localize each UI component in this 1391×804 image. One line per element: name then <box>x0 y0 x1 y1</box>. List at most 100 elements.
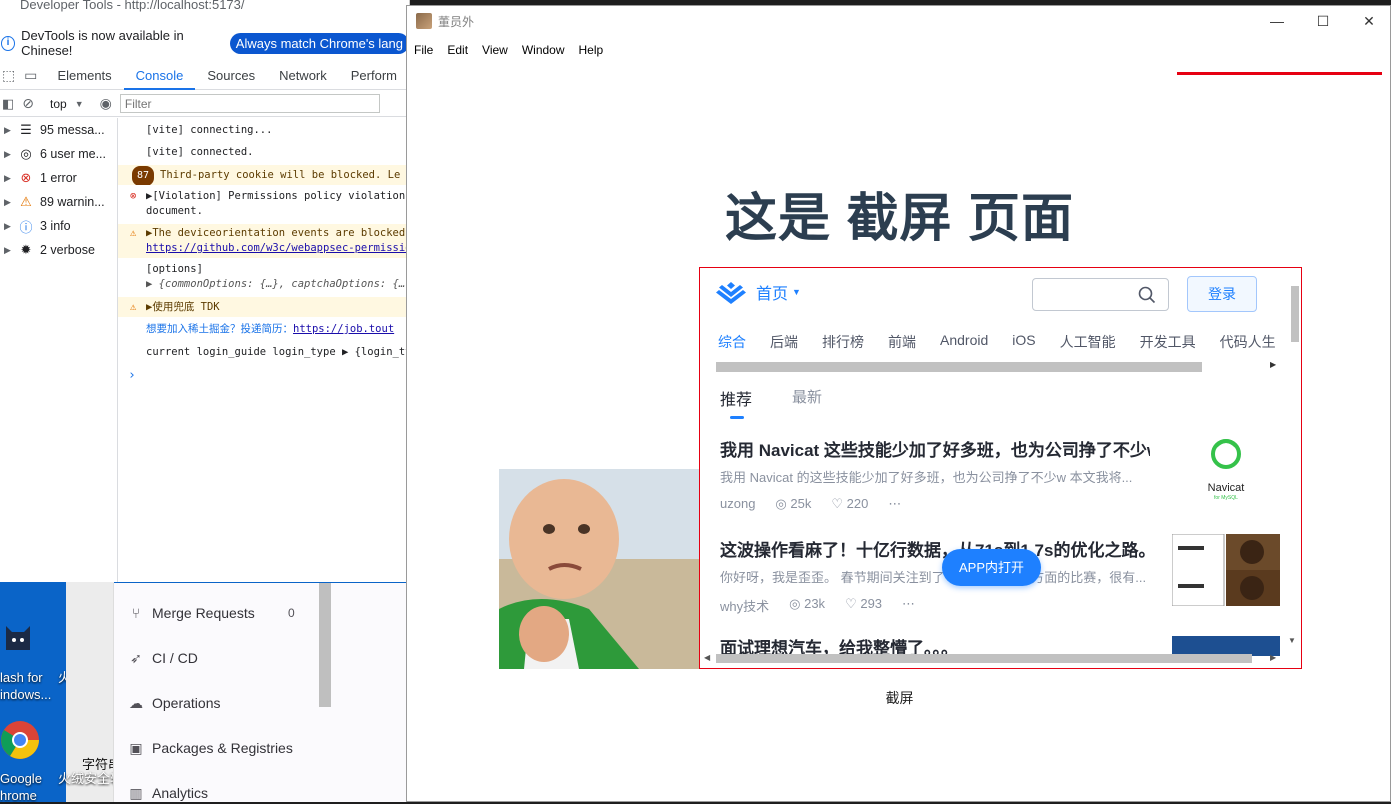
tab-recommend[interactable]: 推荐 <box>720 386 752 419</box>
close-button[interactable]: ✕ <box>1346 6 1391 36</box>
search-input[interactable] <box>1032 278 1169 311</box>
sidebar-item-label: Operations <box>152 695 221 711</box>
error-icon: ⊗ <box>130 190 137 202</box>
scroll-left-icon[interactable]: ◀ <box>704 653 710 662</box>
console-message[interactable]: current login_guide login_type ▶ {login_… <box>118 345 410 360</box>
sidebar-item-user-messages[interactable]: ▶ ◎ 6 user me... <box>0 142 117 166</box>
sidebar-item-operations[interactable]: ☁ Operations <box>128 695 220 711</box>
tab-performance[interactable]: Perform <box>339 62 409 90</box>
meme-image <box>499 469 699 669</box>
context-select[interactable]: top <box>50 97 67 111</box>
article-author[interactable]: uzong <box>720 496 755 512</box>
nav-item[interactable]: iOS <box>1012 332 1035 352</box>
scroll-down-icon[interactable]: ▼ <box>1288 636 1296 645</box>
nav-item[interactable]: 后端 <box>770 332 798 352</box>
app-titlebar: 董员外 — ☐ ✕ <box>407 6 1390 36</box>
rocket-icon: ➶ <box>130 650 142 666</box>
home-dropdown[interactable]: 首页 <box>756 280 788 304</box>
menu-view[interactable]: View <box>475 43 515 57</box>
horizontal-scrollbar[interactable] <box>716 654 1252 663</box>
sidebar-item-messages[interactable]: ▶ ☰ 95 messa... <box>0 118 117 142</box>
console-warning: 87 Third-party cookie will be blocked. Le <box>118 165 410 185</box>
inspect-element-icon[interactable]: ⬚ <box>0 67 18 84</box>
tab-console[interactable]: Console <box>123 62 196 90</box>
menu-help[interactable]: Help <box>572 43 611 57</box>
sidebar-item-analytics[interactable]: ▥ Analytics <box>128 785 208 801</box>
sidebar-item-label: Merge Requests <box>152 605 255 621</box>
nav-item[interactable]: 开发工具 <box>1140 332 1196 352</box>
menu-file[interactable]: File <box>407 43 440 57</box>
sidebar-item-verbose[interactable]: ▶ ✹ 2 verbose <box>0 238 117 262</box>
console-prompt[interactable]: › <box>118 368 410 383</box>
console-message-text: ▶[Violation] Permissions policy violatio… <box>146 190 410 202</box>
search-icon[interactable] <box>1138 286 1156 304</box>
menu-window[interactable]: Window <box>515 43 572 57</box>
sidebar-item-info[interactable]: ▶ ⓘ 3 info <box>0 214 117 238</box>
console-object[interactable]: ▶ {commonOptions: {…}, captchaOptions: {… <box>118 277 410 292</box>
device-toolbar-icon[interactable]: ▭ <box>24 67 45 84</box>
image-caption: 截屏 <box>885 690 914 706</box>
eye-icon[interactable]: ◉ <box>100 95 112 112</box>
match-language-button[interactable]: Always match Chrome's lang <box>229 32 409 54</box>
chrome-icon[interactable] <box>0 720 40 760</box>
article-title[interactable]: 这波操作看麻了！十亿行数据，从71s到1.7s的优化之路。 <box>720 536 1150 561</box>
console-error[interactable]: ⊗ ▶[Violation] Permissions policy violati… <box>118 189 410 204</box>
sidebar-item-label: CI / CD <box>152 650 198 666</box>
article-title[interactable]: 我用 Navicat 这些技能少加了好多班，也为公司挣了不少w <box>720 436 1150 461</box>
filter-input[interactable] <box>119 94 380 113</box>
more-icon[interactable]: ⋯ <box>902 596 915 615</box>
open-in-app-button[interactable]: APP内打开 <box>942 549 1041 586</box>
sidebar-item-ci-cd[interactable]: ➶ CI / CD <box>128 650 198 666</box>
console-link[interactable]: https://github.com/w3c/webappsec-permiss… <box>146 241 410 256</box>
repeat-count-badge: 87 <box>132 166 155 185</box>
sidebar-item-errors[interactable]: ▶ ⊗ 1 error <box>0 166 117 190</box>
likes-count[interactable]: ♡ 220 <box>831 496 868 512</box>
console-message-text: Third-party cookie will be blocked. Le <box>160 169 401 181</box>
chart-icon: ▥ <box>129 785 143 801</box>
tab-network[interactable]: Network <box>267 62 339 90</box>
juejin-logo-icon[interactable] <box>716 280 746 304</box>
clear-console-icon[interactable]: ⊘ <box>22 95 34 112</box>
article-thumbnail <box>1172 636 1280 656</box>
likes-count[interactable]: ♡ 293 <box>845 596 882 615</box>
sidebar-item-label: 1 error <box>40 171 77 185</box>
nav-item[interactable]: 综合 <box>718 332 746 352</box>
views-count: ◎ 23k <box>789 596 826 611</box>
tab-elements[interactable]: Elements <box>45 62 123 90</box>
warning-icon: ⚠ <box>130 301 137 313</box>
nav-item[interactable]: 代码人生 <box>1220 332 1276 352</box>
maximize-button[interactable]: ☐ <box>1300 6 1346 36</box>
menu-edit[interactable]: Edit <box>440 43 475 57</box>
nav-item[interactable]: Android <box>940 332 988 352</box>
sidebar-item-merge-requests[interactable]: ⑂ Merge Requests 0 <box>128 605 295 621</box>
active-tab-indicator <box>730 416 744 419</box>
console-warning[interactable]: ⚠ ▶The deviceorientation events are block… <box>118 224 410 258</box>
console-warning[interactable]: ⚠ ▶使用兜底 TDK <box>118 297 410 317</box>
nav-item[interactable]: 排行榜 <box>822 332 864 352</box>
scrollbar[interactable] <box>319 583 331 707</box>
nav-item[interactable]: 前端 <box>888 332 916 352</box>
scroll-right-icon[interactable]: ▶ <box>1270 360 1276 369</box>
user-icon: ◎ <box>20 146 32 161</box>
sidebar-item-warnings[interactable]: ▶ ⚠ 89 warnin... <box>0 190 117 214</box>
article-thumbnail: Navicat for MySQL <box>1172 434 1280 506</box>
console-link[interactable]: https://job.tout <box>293 323 394 335</box>
minimize-button[interactable]: — <box>1254 6 1300 36</box>
login-button[interactable]: 登录 <box>1187 276 1257 312</box>
tab-latest[interactable]: 最新 <box>792 386 822 410</box>
sidebar-toggle-icon[interactable]: ◧ <box>2 96 14 112</box>
console-message: [vite] connecting... <box>146 124 273 136</box>
console-sidebar: ▶ ☰ 95 messa... ▶ ◎ 6 user me... ▶ ⊗ 1 error ▶… <box>0 118 118 582</box>
clash-icon[interactable] <box>2 620 34 652</box>
nav-item[interactable]: 人工智能 <box>1060 332 1116 352</box>
article-thumbnail <box>1171 533 1280 607</box>
horizontal-scrollbar[interactable] <box>716 362 1202 372</box>
more-icon[interactable]: ⋯ <box>888 496 901 512</box>
scroll-right-icon[interactable]: ▶ <box>1270 653 1276 662</box>
tab-sources[interactable]: Sources <box>195 62 267 90</box>
sidebar-item-packages[interactable]: ▣ Packages & Registries <box>128 740 292 756</box>
package-icon: ▣ <box>129 740 143 756</box>
article-author[interactable]: why技术 <box>720 596 769 615</box>
merge-request-icon: ⑂ <box>131 605 141 621</box>
warning-icon: ⚠ <box>20 194 32 209</box>
